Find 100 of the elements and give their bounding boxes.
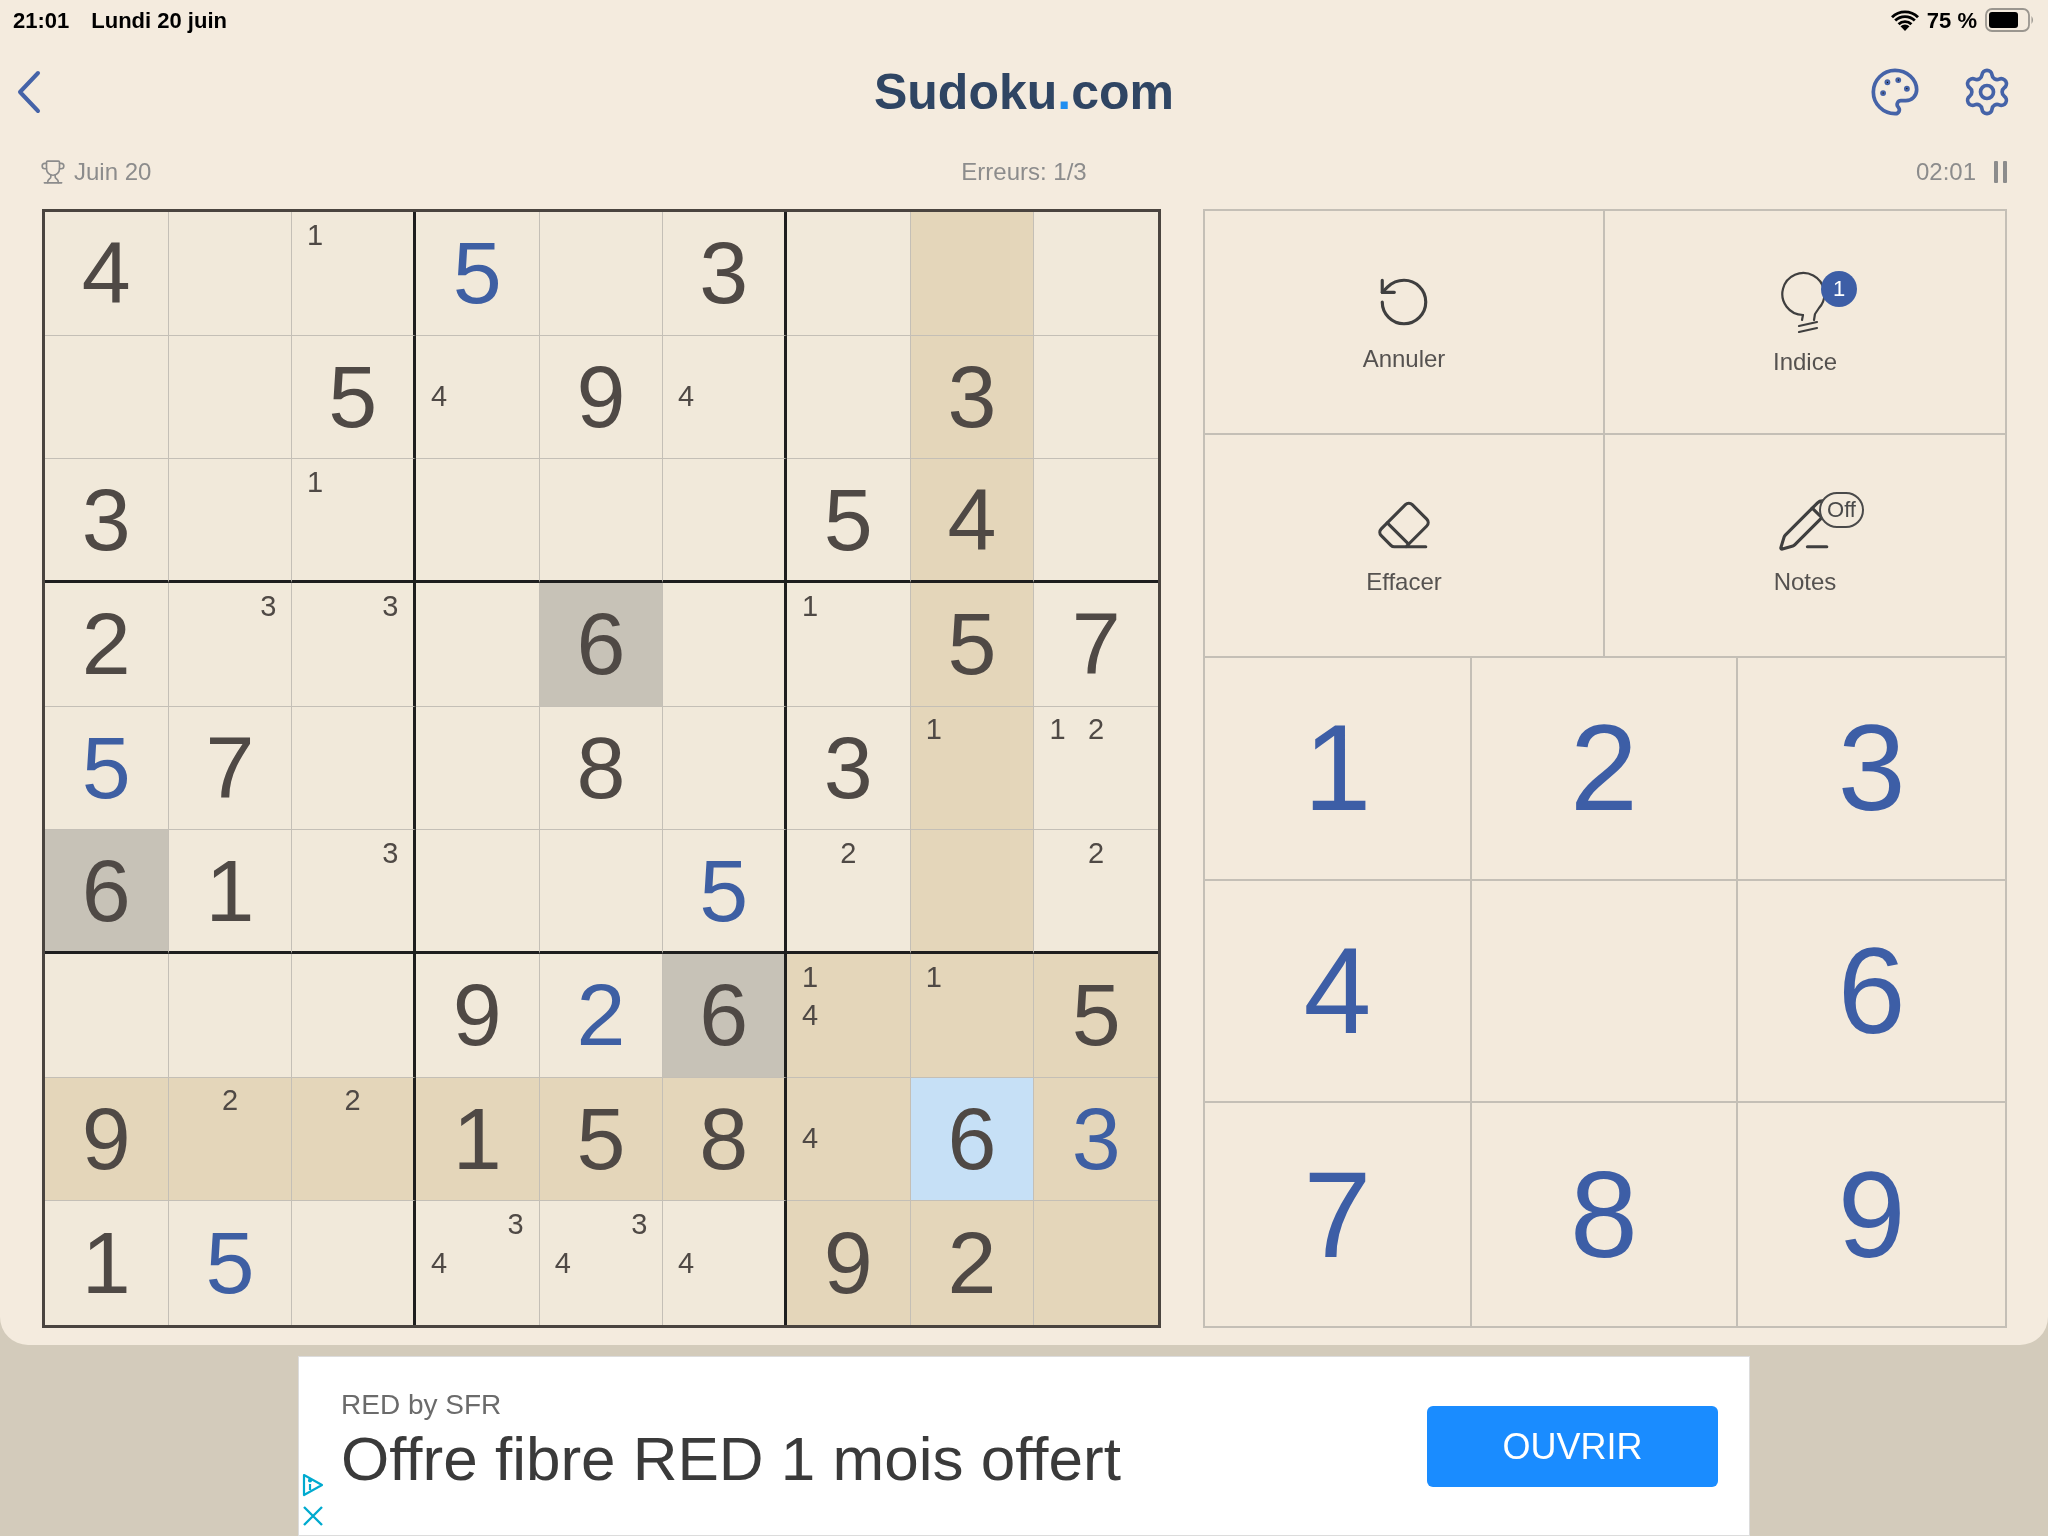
sudoku-cell[interactable]: 1 4 bbox=[787, 954, 911, 1078]
sudoku-cell[interactable]: 1 bbox=[787, 583, 911, 707]
sudoku-cell[interactable]: 4 bbox=[416, 335, 540, 460]
sudoku-cell[interactable]: 3 bbox=[787, 706, 911, 831]
sudoku-cell[interactable]: 5 bbox=[539, 1077, 664, 1202]
pencil-mark: 2 bbox=[344, 1086, 361, 1116]
trophy-icon bbox=[40, 159, 66, 185]
sudoku-cell[interactable]: 4 bbox=[787, 1077, 911, 1202]
sudoku-cell[interactable]: 1 bbox=[910, 954, 1035, 1078]
sudoku-cell[interactable]: 4 bbox=[45, 212, 169, 336]
sudoku-cell[interactable]: 5 bbox=[787, 459, 911, 583]
sudoku-cell[interactable]: 1 bbox=[292, 212, 416, 336]
pencil-mark: 3 bbox=[507, 1210, 524, 1240]
sudoku-cell[interactable]: 3 bbox=[910, 335, 1035, 460]
sudoku-cell[interactable]: 4 bbox=[663, 1201, 787, 1325]
pause-icon[interactable] bbox=[1994, 161, 2007, 183]
sudoku-cell[interactable]: 1 bbox=[45, 1201, 169, 1325]
sudoku-cell[interactable]: 6 bbox=[45, 830, 169, 954]
sudoku-cell[interactable]: 2 bbox=[539, 954, 664, 1078]
wifi-icon bbox=[1890, 9, 1919, 31]
open-ad-button[interactable]: OUVRIR bbox=[1427, 1406, 1718, 1487]
daily-challenge-date: Juin 20 bbox=[74, 160, 152, 184]
palette-icon[interactable] bbox=[1869, 66, 1921, 118]
sudoku-cell[interactable]: 1 bbox=[292, 459, 416, 583]
sudoku-cell[interactable]: 5 bbox=[292, 335, 416, 460]
sudoku-cell[interactable]: 1 bbox=[910, 706, 1035, 831]
sudoku-cell[interactable]: 5 bbox=[45, 706, 169, 831]
pencil-mark: 1 bbox=[802, 962, 819, 992]
pencil-mark: 1 bbox=[1049, 715, 1066, 745]
sudoku-cell[interactable]: 8 bbox=[663, 1077, 787, 1202]
sudoku-cell[interactable]: 6 bbox=[663, 954, 787, 1078]
sudoku-cell[interactable] bbox=[292, 954, 416, 1078]
sudoku-cell[interactable]: 6 bbox=[539, 583, 664, 707]
status-date: Lundi 20 juin bbox=[91, 6, 227, 35]
advertiser-name: RED by SFR bbox=[341, 1388, 502, 1422]
sudoku-cell[interactable] bbox=[663, 459, 787, 583]
sudoku-cell[interactable]: 3 bbox=[663, 212, 787, 336]
notes-mode-pill: Off bbox=[1819, 492, 1864, 529]
sudoku-cell[interactable]: 8 bbox=[539, 706, 664, 831]
ad-headline: Offre fibre RED 1 mois offert bbox=[341, 1423, 1121, 1495]
sudoku-cell[interactable] bbox=[1034, 1201, 1158, 1325]
sudoku-cell[interactable]: 5 bbox=[1034, 954, 1158, 1078]
sudoku-cell[interactable]: 7 bbox=[1034, 583, 1158, 707]
sudoku-cell[interactable]: 5 bbox=[663, 830, 787, 954]
sudoku-cell[interactable] bbox=[292, 706, 416, 831]
close-icon[interactable] bbox=[302, 1505, 324, 1527]
sudoku-cell[interactable]: 2 bbox=[787, 830, 911, 954]
ad-info-icon[interactable] bbox=[302, 1473, 324, 1497]
sudoku-cell[interactable]: 9 bbox=[45, 1077, 169, 1202]
sudoku-cell[interactable] bbox=[292, 1201, 416, 1325]
number-key[interactable]: 1 bbox=[1205, 658, 1472, 881]
pencil-mark: 1 bbox=[925, 962, 942, 992]
sudoku-cell[interactable]: 3 bbox=[168, 583, 293, 707]
pencil-mark: 4 bbox=[431, 382, 448, 412]
pencil-mark: 1 bbox=[307, 220, 324, 250]
error-counter: Erreurs: 1/3 bbox=[961, 160, 1087, 184]
pencil-mark: 4 bbox=[802, 1124, 819, 1154]
sudoku-cell[interactable]: 3 bbox=[292, 830, 416, 954]
sudoku-cell[interactable]: 2 bbox=[45, 583, 169, 707]
pencil-mark: 2 bbox=[221, 1086, 239, 1116]
erase-button[interactable]: Effacer bbox=[1205, 434, 1605, 658]
sudoku-cell[interactable]: 9 bbox=[416, 954, 540, 1078]
sudoku-cell[interactable]: 7 bbox=[168, 706, 293, 831]
sudoku-cell[interactable]: 4 bbox=[910, 459, 1035, 583]
sudoku-cell[interactable]: 3 bbox=[1034, 1077, 1158, 1202]
sudoku-cell[interactable] bbox=[663, 583, 787, 707]
pencil-mark: 2 bbox=[1088, 715, 1105, 745]
number-key[interactable]: 4 bbox=[1205, 880, 1472, 1104]
sudoku-cell[interactable]: 4 bbox=[663, 335, 787, 460]
sudoku-cell[interactable]: 3 bbox=[45, 459, 169, 583]
sudoku-cell[interactable]: 2 bbox=[1034, 830, 1158, 954]
sudoku-cell[interactable]: 5 bbox=[910, 583, 1035, 707]
status-time: 21:01 bbox=[13, 6, 70, 35]
back-button[interactable] bbox=[17, 70, 41, 114]
sudoku-cell[interactable]: 5 bbox=[168, 1201, 293, 1325]
sudoku-cell[interactable]: 5 bbox=[416, 212, 540, 336]
game-timer: 02:01 bbox=[1915, 160, 1976, 184]
hint-count-badge: 1 bbox=[1821, 270, 1857, 307]
number-key[interactable]: 2 bbox=[1471, 658, 1739, 881]
sudoku-cell[interactable] bbox=[1034, 459, 1158, 583]
pencil-mark: 1 bbox=[925, 715, 942, 745]
sudoku-cell[interactable]: 9 bbox=[787, 1201, 911, 1325]
sudoku-cell[interactable]: 2 bbox=[910, 1201, 1035, 1325]
pencil-mark: 4 bbox=[678, 1248, 695, 1278]
pencil-mark: 3 bbox=[260, 591, 277, 621]
sudoku-cell[interactable]: 2 bbox=[292, 1077, 416, 1202]
undo-button[interactable]: Annuler bbox=[1205, 211, 1605, 435]
pencil-mark: 3 bbox=[382, 591, 399, 621]
pencil-mark: 2 bbox=[1088, 838, 1105, 868]
sudoku-cell[interactable]: 1 2 bbox=[1034, 706, 1158, 831]
sudoku-cell[interactable]: 2 bbox=[168, 1077, 293, 1202]
pencil-mark: 2 bbox=[840, 838, 857, 868]
sudoku-cell[interactable]: 1 bbox=[416, 1077, 540, 1202]
sudoku-cell[interactable]: 3 bbox=[292, 583, 416, 707]
sudoku-cell[interactable]: 9 bbox=[539, 335, 664, 460]
sudoku-cell[interactable]: 6 bbox=[910, 1077, 1035, 1202]
sudoku-cell[interactable]: 3 4 bbox=[416, 1201, 540, 1325]
sudoku-cell[interactable] bbox=[663, 706, 787, 831]
sudoku-cell[interactable]: 3 4 bbox=[539, 1201, 664, 1325]
sudoku-cell[interactable]: 1 bbox=[168, 830, 293, 954]
